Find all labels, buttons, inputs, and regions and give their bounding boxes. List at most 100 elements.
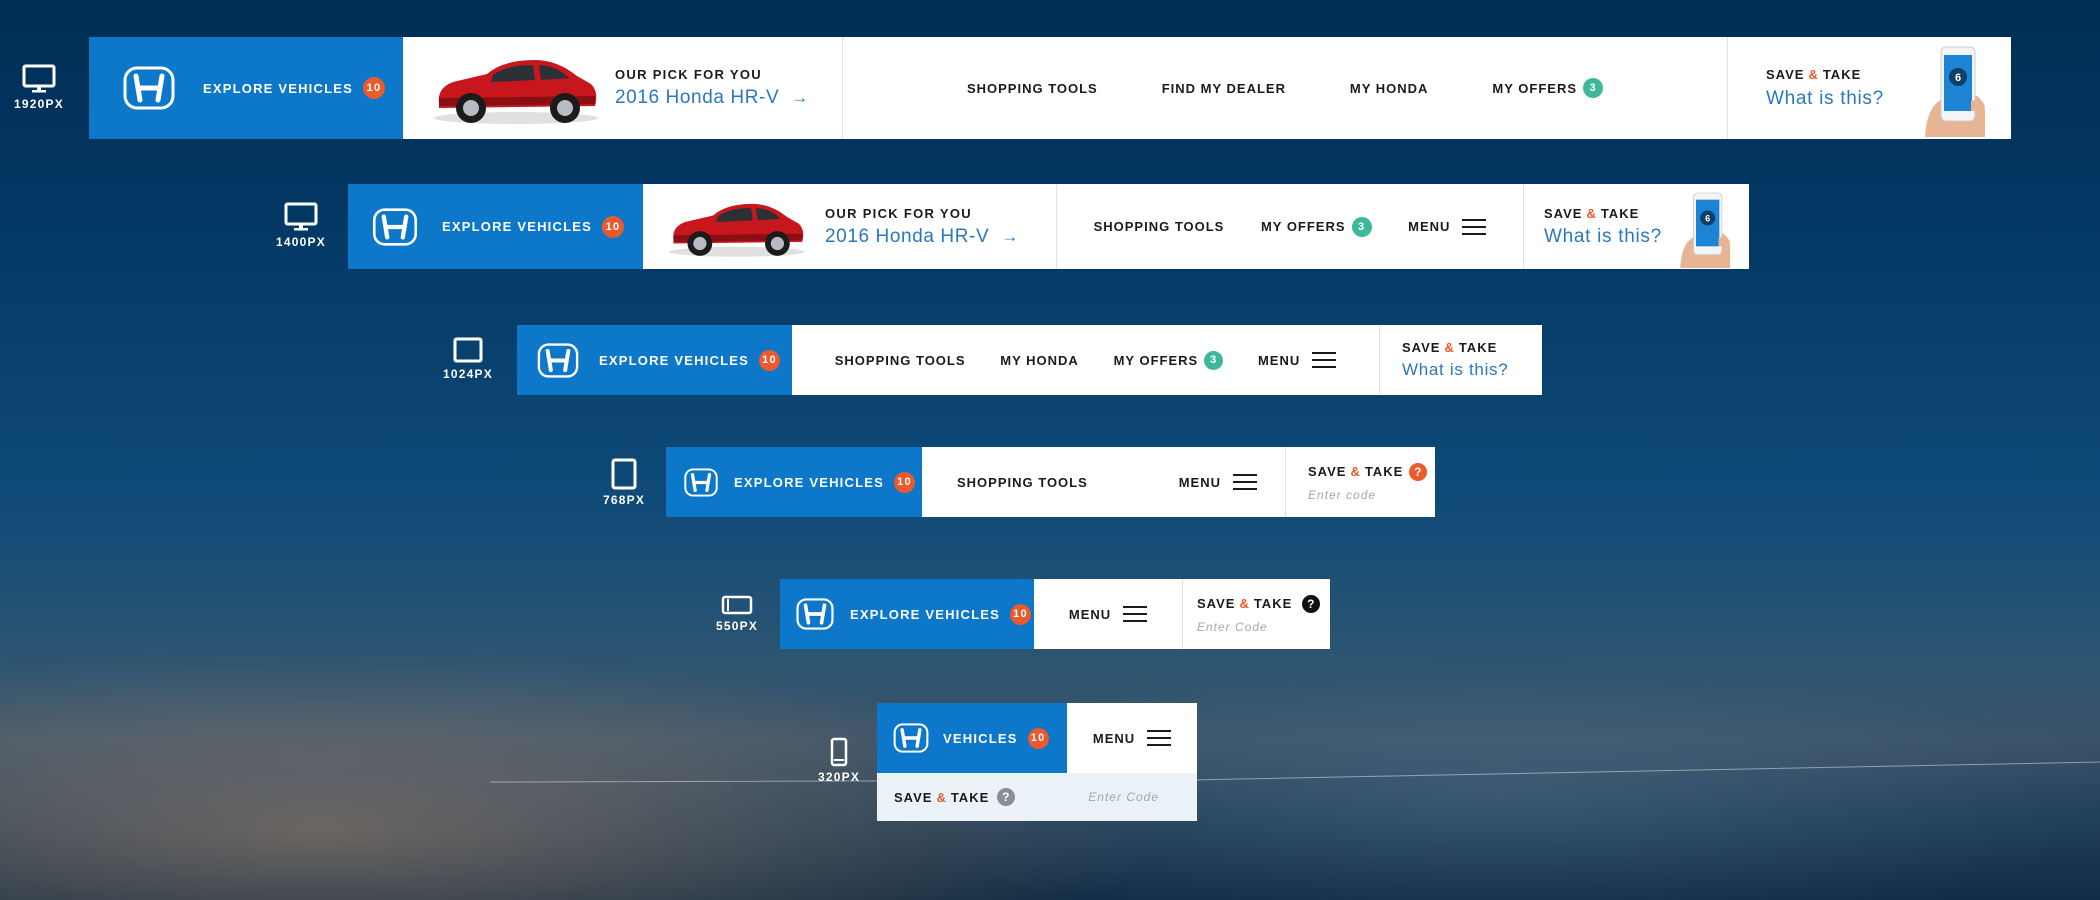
vehicle-count-badge: 10 [1027, 727, 1049, 749]
save-and-take-panel[interactable]: SAVE & TAKE ? Enter Code [1182, 579, 1330, 649]
explore-vehicles-label: EXPLORE VEHICLES [599, 352, 749, 368]
tablet-portrait-icon [611, 458, 637, 490]
menu-label: MENU [1092, 730, 1136, 746]
ampersand: & [1350, 464, 1361, 479]
enter-code-input[interactable]: Enter code [1308, 488, 1435, 502]
my-offers-label: MY OFFERS [1113, 352, 1199, 368]
ampersand: & [1808, 66, 1819, 82]
header-bar-320: VEHICLES 10 MENU SAVE & TAKE ? Enter Cod… [877, 703, 1197, 821]
pick-model-name: 2016 Honda HR-V [615, 87, 780, 108]
phone-screen-number: 6 [1705, 213, 1710, 223]
enter-code-input[interactable]: Enter Code [1197, 620, 1330, 634]
explore-vehicles-label: EXPLORE VEHICLES [734, 474, 884, 490]
menu-button[interactable]: MENU [1257, 352, 1337, 368]
question-icon[interactable]: ? [1302, 594, 1321, 613]
vehicle-count-badge: 10 [362, 77, 385, 99]
nav-my-honda[interactable]: MY HONDA [1000, 353, 1079, 368]
ampersand: & [936, 789, 947, 805]
menu-button[interactable]: MENU [1408, 218, 1487, 235]
main-nav: SHOPPING TOOLS MY HONDA MY OFFERS 3 MENU [792, 325, 1379, 395]
device-indicator-550: 550PX [716, 594, 758, 633]
menu-button[interactable]: MENU [1092, 730, 1172, 746]
nav-shopping-tools[interactable]: SHOPPING TOOLS [1094, 219, 1225, 234]
save-and-take-title: SAVE & TAKE ? [894, 788, 1016, 806]
what-is-this-link[interactable]: What is this? [1402, 360, 1542, 380]
hamburger-menu-icon [1233, 474, 1257, 490]
save-word: SAVE [1766, 66, 1805, 82]
phone-hand-image: 6 [1925, 46, 1985, 137]
vehicle-count-badge: 10 [1009, 603, 1031, 625]
phone-portrait-icon [830, 737, 848, 767]
header-bar-550: EXPLORE VEHICLES 10 MENU SAVE & TAKE ? E… [780, 579, 1330, 649]
car-image [434, 60, 598, 124]
device-label: 1024PX [443, 367, 493, 381]
explore-vehicles-button[interactable]: EXPLORE VEHICLES 10 [89, 37, 403, 139]
explore-vehicles-button[interactable]: EXPLORE VEHICLES 10 [780, 579, 1034, 649]
device-indicator-768: 768PX [603, 458, 645, 507]
save-and-take-panel[interactable]: SAVE & TAKE What is this? 6 [1727, 37, 2011, 139]
vehicle-count-badge: 10 [601, 215, 624, 238]
main-nav: MENU [1067, 703, 1197, 773]
save-word: SAVE [1402, 340, 1441, 355]
offers-count-badge: 3 [1583, 78, 1604, 98]
nav-find-my-dealer[interactable]: FIND MY DEALER [1162, 81, 1286, 96]
device-indicator-320: 320PX [818, 737, 860, 784]
hamburger-menu-icon [1312, 352, 1337, 368]
my-offers-label: MY OFFERS [1260, 219, 1346, 234]
our-pick-panel[interactable]: OUR PICK FOR YOU 2016 Honda HR-V → [643, 184, 1057, 269]
pick-model-link[interactable]: 2016 Honda HR-V → [825, 226, 1019, 248]
question-icon[interactable]: ? [1409, 462, 1428, 481]
hamburger-menu-icon [1147, 730, 1172, 746]
pick-model-link[interactable]: 2016 Honda HR-V → [615, 87, 809, 109]
device-indicator-1024: 1024PX [443, 336, 493, 381]
honda-logo-icon [123, 66, 175, 110]
take-word: TAKE [950, 789, 990, 805]
save-and-take-panel[interactable]: SAVE & TAKE ? Enter code [1285, 447, 1435, 517]
save-and-take-panel[interactable]: SAVE & TAKE What is this? 6 [1523, 184, 1749, 269]
device-indicator-1920: 1920PX [14, 64, 64, 111]
nav-my-offers[interactable]: MY OFFERS 3 [1113, 350, 1224, 370]
explore-vehicles-label: VEHICLES [943, 730, 1018, 746]
header-bar-1920: EXPLORE VEHICLES 10 OUR PICK FOR YOU 201… [89, 37, 2011, 139]
car-image [669, 203, 805, 257]
nav-shopping-tools[interactable]: SHOPPING TOOLS [835, 353, 966, 368]
save-and-take-panel[interactable]: SAVE & TAKE ? Enter Code [877, 773, 1197, 821]
nav-my-offers[interactable]: MY OFFERS 3 [1492, 78, 1604, 98]
header-bar-768: EXPLORE VEHICLES 10 SHOPPING TOOLS MENU … [666, 447, 1435, 517]
our-pick-panel[interactable]: OUR PICK FOR YOU 2016 Honda HR-V → [403, 37, 843, 139]
explore-vehicles-button[interactable]: EXPLORE VEHICLES 10 [666, 447, 922, 517]
explore-vehicles-label: EXPLORE VEHICLES [203, 80, 353, 96]
device-label: 1920PX [14, 97, 64, 111]
nav-my-honda[interactable]: MY HONDA [1350, 81, 1429, 96]
explore-vehicles-button[interactable]: VEHICLES 10 [877, 703, 1067, 773]
save-word: SAVE [1544, 205, 1583, 221]
main-nav: MENU [1034, 579, 1182, 649]
explore-vehicles-button[interactable]: EXPLORE VEHICLES 10 [517, 325, 792, 395]
menu-button[interactable]: MENU [1069, 606, 1148, 622]
monitor-icon [284, 202, 318, 231]
take-word: TAKE [1600, 205, 1640, 221]
nav-shopping-tools[interactable]: SHOPPING TOOLS [967, 81, 1098, 96]
menu-button[interactable]: MENU [1179, 474, 1257, 490]
save-and-take-title: SAVE & TAKE [1402, 340, 1542, 355]
main-nav: SHOPPING TOOLS MENU [922, 447, 1285, 517]
device-indicator-1400: 1400PX [276, 202, 326, 249]
honda-logo-icon [893, 723, 929, 753]
question-icon[interactable]: ? [997, 788, 1016, 806]
take-word: TAKE [1364, 464, 1404, 479]
nav-my-offers[interactable]: MY OFFERS 3 [1260, 216, 1372, 237]
take-word: TAKE [1253, 596, 1293, 611]
hamburger-menu-icon [1462, 218, 1487, 235]
my-offers-label: MY OFFERS [1492, 80, 1578, 96]
honda-logo-icon [796, 598, 834, 630]
save-and-take-panel[interactable]: SAVE & TAKE What is this? [1379, 325, 1542, 395]
horizon-line [490, 761, 2100, 783]
honda-logo-icon [537, 342, 579, 378]
offers-count-badge: 3 [1204, 350, 1224, 370]
menu-label: MENU [1257, 352, 1301, 368]
menu-label: MENU [1178, 474, 1221, 490]
enter-code-input[interactable]: Enter Code [1088, 790, 1159, 804]
nav-shopping-tools[interactable]: SHOPPING TOOLS [957, 475, 1088, 490]
explore-vehicles-button[interactable]: EXPLORE VEHICLES 10 [348, 184, 643, 269]
phone-hand-image: 6 [1680, 192, 1731, 268]
